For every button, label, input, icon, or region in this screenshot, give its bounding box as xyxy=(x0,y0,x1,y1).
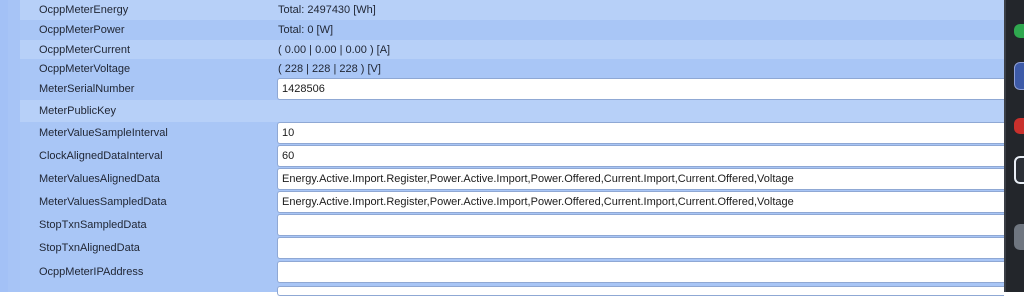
label-meter-public-key: MeterPublicKey xyxy=(39,105,117,117)
dock-edge xyxy=(1004,0,1006,292)
app-icon-green[interactable] xyxy=(1014,24,1024,38)
next-input-partial[interactable] xyxy=(277,286,1004,296)
label-stop-txn-sampled-data: StopTxnSampledData xyxy=(39,219,147,231)
row-next-partial xyxy=(20,286,1004,296)
row-meter-serial-number: MeterSerialNumber 1428506 xyxy=(20,78,1004,100)
value-ocpp-meter-voltage: ( 228 | 228 | 228 ) [V] xyxy=(278,62,381,75)
left-gutter xyxy=(0,0,20,292)
label-ocpp-meter-current: OcppMeterCurrent xyxy=(39,43,131,56)
label-ocpp-meter-power: OcppMeterPower xyxy=(39,24,125,36)
app-icon-blue[interactable] xyxy=(1014,62,1024,90)
app-icon-grey[interactable] xyxy=(1014,224,1024,250)
label-meter-values-sampled-data: MeterValuesSampledData xyxy=(39,196,167,208)
dock-strip xyxy=(1004,0,1024,292)
label-clock-aligned-data-interval: ClockAlignedDataInterval xyxy=(39,150,163,162)
row-ocpp-meter-energy: OcppMeterEnergy Total: 2497430 [Wh] xyxy=(20,0,1004,20)
value-ocpp-meter-current: ( 0.00 | 0.00 | 0.00 ) [A] xyxy=(278,43,391,56)
value-ocpp-meter-power: Total: 0 [W] xyxy=(278,24,334,36)
meter-values-sampled-data-input[interactable]: Energy.Active.Import.Register,Power.Acti… xyxy=(277,191,1004,213)
label-meter-serial-number: MeterSerialNumber xyxy=(39,83,135,95)
ocpp-meter-ip-address-input[interactable] xyxy=(277,261,1004,283)
row-ocpp-meter-power: OcppMeterPower Total: 0 [W] xyxy=(20,20,1004,40)
row-ocpp-meter-current: OcppMeterCurrent ( 0.00 | 0.00 | 0.00 ) … xyxy=(20,40,1004,59)
meter-settings-panel: OcppMeterEnergy Total: 2497430 [Wh] Ocpp… xyxy=(0,0,1004,296)
row-meter-value-sample-interval: MeterValueSampleInterval 10 xyxy=(20,122,1004,144)
row-ocpp-meter-ip-address: OcppMeterIPAddress xyxy=(20,261,1004,283)
clock-aligned-data-interval-input[interactable]: 60 xyxy=(277,145,1004,167)
shield-icon[interactable] xyxy=(1014,156,1024,184)
app-icon-red[interactable] xyxy=(1014,118,1024,134)
value-ocpp-meter-energy: Total: 2497430 [Wh] xyxy=(278,4,376,16)
row-stop-txn-aligned-data: StopTxnAlignedData xyxy=(20,237,1004,259)
stop-txn-aligned-data-input[interactable] xyxy=(277,237,1004,259)
label-stop-txn-aligned-data: StopTxnAlignedData xyxy=(39,242,140,254)
label-ocpp-meter-voltage: OcppMeterVoltage xyxy=(39,62,131,75)
stop-txn-sampled-data-input[interactable] xyxy=(277,214,1004,236)
row-meter-values-sampled-data: MeterValuesSampledData Energy.Active.Imp… xyxy=(20,191,1004,213)
meter-serial-number-input[interactable]: 1428506 xyxy=(277,78,1004,100)
row-stop-txn-sampled-data: StopTxnSampledData xyxy=(20,214,1004,236)
meter-value-sample-interval-input[interactable]: 10 xyxy=(277,122,1004,144)
meter-values-aligned-data-input[interactable]: Energy.Active.Import.Register,Power.Acti… xyxy=(277,168,1004,190)
row-meter-public-key: MeterPublicKey xyxy=(20,100,1004,122)
row-clock-aligned-data-interval: ClockAlignedDataInterval 60 xyxy=(20,145,1004,167)
label-meter-value-sample-interval: MeterValueSampleInterval xyxy=(39,127,168,139)
label-meter-values-aligned-data: MeterValuesAlignedData xyxy=(39,173,160,185)
row-ocpp-meter-voltage: OcppMeterVoltage ( 228 | 228 | 228 ) [V] xyxy=(20,59,1004,78)
label-ocpp-meter-ip-address: OcppMeterIPAddress xyxy=(39,266,144,278)
row-meter-values-aligned-data: MeterValuesAlignedData Energy.Active.Imp… xyxy=(20,168,1004,190)
label-ocpp-meter-energy: OcppMeterEnergy xyxy=(39,4,129,16)
